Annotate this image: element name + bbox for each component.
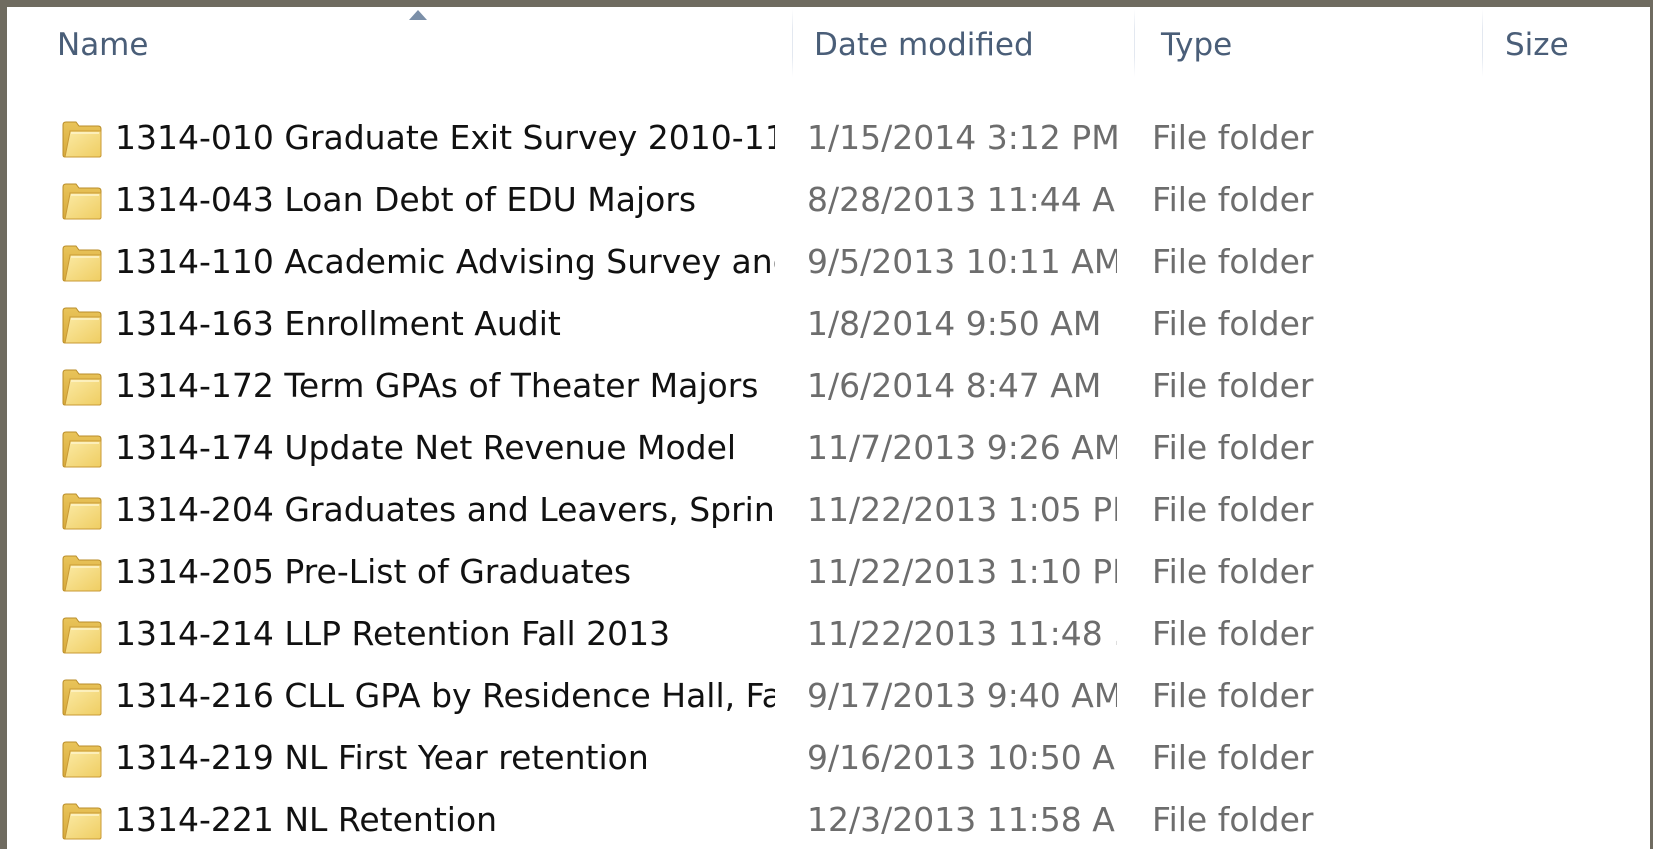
- file-date-modified: 9/17/2013 9:40 AM: [807, 676, 1117, 715]
- file-row[interactable]: 1314-216 CLL GPA by Residence Hall, Fal.…: [7, 665, 1650, 727]
- file-row[interactable]: 1314-219 NL First Year retention 9/16/201…: [7, 727, 1650, 789]
- file-size: [1505, 665, 1645, 727]
- file-type: File folder: [1152, 676, 1314, 715]
- folder-icon: [61, 429, 103, 469]
- column-header-date-label: Date modified: [814, 27, 1034, 63]
- folder-icon: [61, 243, 103, 283]
- file-row[interactable]: 1314-174 Update Net Revenue Model 11/7/20…: [7, 417, 1650, 479]
- column-header-type-label: Type: [1161, 27, 1233, 63]
- file-row[interactable]: 1314-043 Loan Debt of EDU Majors 8/28/201…: [7, 169, 1650, 231]
- folder-icon: [61, 615, 103, 655]
- file-date-modified: 11/7/2013 9:26 AM: [807, 428, 1117, 467]
- file-size: [1505, 417, 1645, 479]
- file-type: File folder: [1152, 738, 1314, 777]
- file-name: 1314-163 Enrollment Audit: [115, 304, 561, 343]
- file-type: File folder: [1152, 552, 1314, 591]
- file-type: File folder: [1152, 366, 1314, 405]
- file-date-modified: 11/22/2013 1:05 PM: [807, 490, 1117, 529]
- file-date-modified: 1/6/2014 8:47 AM: [807, 366, 1102, 405]
- file-name: 1314-205 Pre-List of Graduates: [115, 552, 632, 591]
- file-row[interactable]: 1314-110 Academic Advising Survey and ..…: [7, 231, 1650, 293]
- file-name: 1314-172 Term GPAs of Theater Majors: [115, 366, 759, 405]
- file-name: 1314-174 Update Net Revenue Model: [115, 428, 737, 467]
- file-size: [1505, 479, 1645, 541]
- column-header-name-label: Name: [57, 27, 149, 63]
- file-date-modified: 9/16/2013 10:50 AM: [807, 738, 1117, 777]
- file-type: File folder: [1152, 800, 1314, 839]
- file-row[interactable]: 1314-214 LLP Retention Fall 2013 11/22/20…: [7, 603, 1650, 665]
- folder-icon: [61, 491, 103, 531]
- file-name: 1314-204 Graduates and Leavers, Spring a…: [115, 490, 775, 529]
- column-header-name[interactable]: Name: [7, 7, 792, 91]
- file-type: File folder: [1152, 614, 1314, 653]
- file-row[interactable]: 1314-172 Term GPAs of Theater Majors 1/6/…: [7, 355, 1650, 417]
- column-header-date-modified[interactable]: Date modified: [792, 7, 1134, 91]
- file-row[interactable]: 1314-163 Enrollment Audit 1/8/2014 9:50 A…: [7, 293, 1650, 355]
- file-row[interactable]: 1314-205 Pre-List of Graduates 11/22/2013…: [7, 541, 1650, 603]
- file-list: 1314-010 Graduate Exit Survey 2010-11 th…: [7, 107, 1650, 849]
- file-size: [1505, 541, 1645, 603]
- column-header-bar: Name Date modified Type Size: [7, 7, 1650, 91]
- file-list-view: Name Date modified Type Size 1314-010 Gr…: [7, 7, 1650, 849]
- file-date-modified: 1/8/2014 9:50 AM: [807, 304, 1102, 343]
- file-size: [1505, 293, 1645, 355]
- file-size: [1505, 789, 1645, 849]
- file-size: [1505, 107, 1645, 169]
- file-type: File folder: [1152, 180, 1314, 219]
- column-header-size[interactable]: Size: [1482, 7, 1650, 91]
- file-size: [1505, 169, 1645, 231]
- file-name: 1314-110 Academic Advising Survey and ..…: [115, 242, 775, 281]
- file-type: File folder: [1152, 242, 1314, 281]
- folder-icon: [61, 119, 103, 159]
- file-type: File folder: [1152, 490, 1314, 529]
- file-date-modified: 9/5/2013 10:11 AM: [807, 242, 1117, 281]
- file-type: File folder: [1152, 428, 1314, 467]
- file-size: [1505, 727, 1645, 789]
- file-name: 1314-043 Loan Debt of EDU Majors: [115, 180, 697, 219]
- file-date-modified: 8/28/2013 11:44 AM: [807, 180, 1117, 219]
- file-date-modified: 12/3/2013 11:58 AM: [807, 800, 1117, 839]
- folder-icon: [61, 305, 103, 345]
- file-name: 1314-010 Graduate Exit Survey 2010-11 th…: [115, 118, 775, 157]
- file-row[interactable]: 1314-204 Graduates and Leavers, Spring a…: [7, 479, 1650, 541]
- folder-icon: [61, 553, 103, 593]
- file-name: 1314-221 NL Retention: [115, 800, 498, 839]
- file-date-modified: 11/22/2013 1:10 PM: [807, 552, 1117, 591]
- file-name: 1314-219 NL First Year retention: [115, 738, 649, 777]
- file-date-modified: 11/22/2013 11:48 ...: [807, 614, 1117, 653]
- file-name: 1314-214 LLP Retention Fall 2013: [115, 614, 671, 653]
- file-size: [1505, 231, 1645, 293]
- folder-icon: [61, 181, 103, 221]
- file-size: [1505, 603, 1645, 665]
- folder-icon: [61, 801, 103, 841]
- folder-icon: [61, 739, 103, 779]
- file-size: [1505, 355, 1645, 417]
- file-type: File folder: [1152, 304, 1314, 343]
- file-date-modified: 1/15/2014 3:12 PM: [807, 118, 1117, 157]
- folder-icon: [61, 367, 103, 407]
- column-header-size-label: Size: [1505, 27, 1569, 63]
- file-row[interactable]: 1314-221 NL Retention 12/3/2013 11:58 AM F…: [7, 789, 1650, 849]
- file-name: 1314-216 CLL GPA by Residence Hall, Fal.…: [115, 676, 775, 715]
- file-type: File folder: [1152, 118, 1314, 157]
- column-header-type[interactable]: Type: [1134, 7, 1482, 91]
- file-row[interactable]: 1314-010 Graduate Exit Survey 2010-11 th…: [7, 107, 1650, 169]
- folder-icon: [61, 677, 103, 717]
